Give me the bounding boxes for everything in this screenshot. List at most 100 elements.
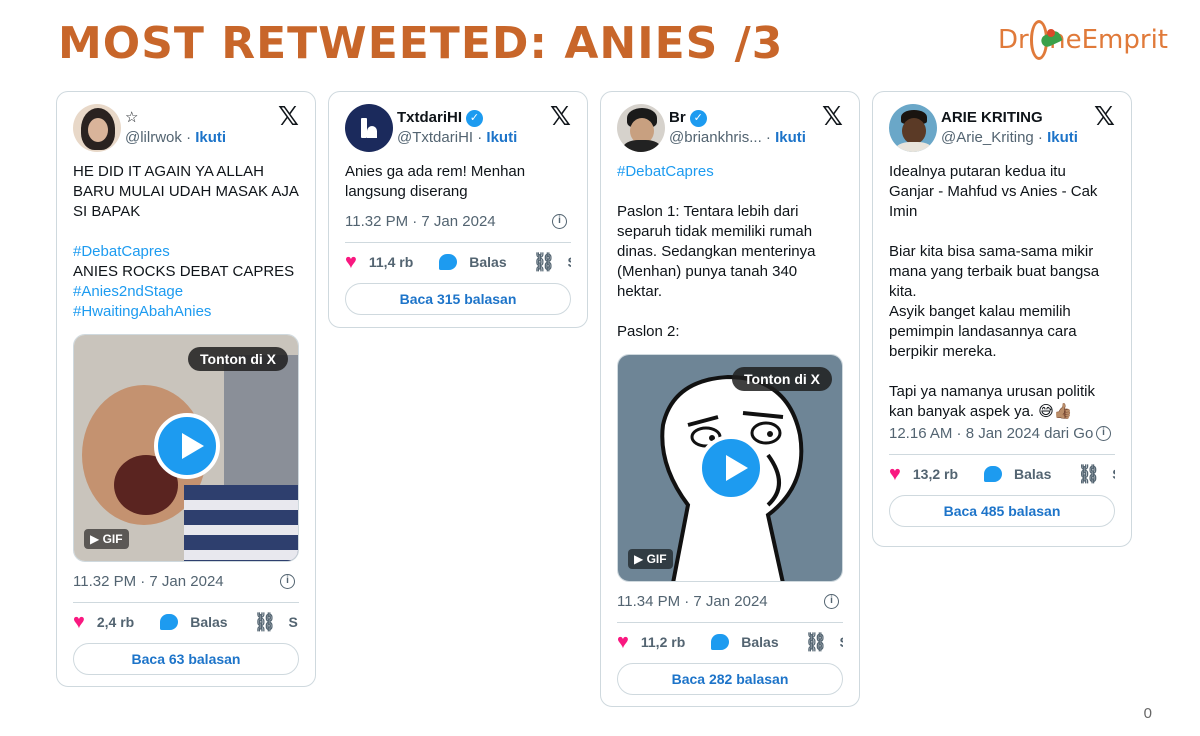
share-label: S — [839, 634, 843, 650]
info-icon[interactable]: i — [824, 594, 839, 609]
tweet-card-1[interactable]: ☆ @lilrwok · Ikuti 𝕏 HE DID IT AGAIN YA … — [56, 91, 316, 687]
x-logo-icon[interactable]: 𝕏 — [278, 104, 299, 130]
text-line: SI BAPAK — [73, 203, 141, 220]
handle[interactable]: @TxtdariHI — [397, 129, 473, 146]
gif-label: GIF — [646, 552, 667, 566]
display-name[interactable]: TxtdariHI — [397, 108, 462, 128]
tweet-card-3[interactable]: Br ✓ @briankhris... · Ikuti 𝕏 #DebatCapre… — [600, 91, 860, 707]
reply-label: Balas — [741, 634, 779, 650]
link-icon: ⛓ — [253, 612, 277, 632]
link-icon: ⛓ — [804, 632, 828, 652]
tweet-card-2[interactable]: TxtdariHI ✓ @TxtdariHI · Ikuti 𝕏 Anies ga… — [328, 91, 588, 328]
x-logo-icon[interactable]: 𝕏 — [822, 104, 843, 130]
follow-button[interactable]: Ikuti — [486, 129, 517, 146]
avatar[interactable] — [617, 104, 665, 152]
share-label: S — [1112, 466, 1115, 482]
follow-button[interactable]: Ikuti — [1047, 129, 1078, 146]
timestamp[interactable]: 11.34 PM · 7 Jan 2024 — [617, 593, 768, 610]
link-icon: ⛓ — [1077, 464, 1101, 484]
text-line: Biar kita bisa sama-sama mikir — [889, 243, 1094, 260]
read-replies-button[interactable]: Baca 485 balasan — [889, 495, 1115, 527]
text-line: Imin — [889, 203, 918, 220]
display-name[interactable]: Br — [669, 108, 686, 128]
drone-emprit-logo: Dr neEmprit — [998, 18, 1168, 62]
hashtag-link[interactable]: #Anies2ndStage — [73, 282, 299, 302]
gif-media[interactable]: Tonton di X ▶ GIF — [73, 334, 299, 562]
share-button[interactable]: ⛓S — [1077, 465, 1115, 483]
like-button[interactable]: ♥ 13,2 rb — [889, 464, 958, 484]
timestamp[interactable]: 11.32 PM · 7 Jan 2024 — [345, 213, 496, 230]
like-count: 13,2 rb — [912, 466, 959, 482]
follow-button[interactable]: Ikuti — [195, 129, 226, 146]
share-button[interactable]: ⛓S — [533, 253, 571, 271]
text-line: Paslon 1: Tentara lebih dari — [617, 203, 799, 220]
text-line: kita. — [889, 283, 917, 300]
read-replies-button[interactable]: Baca 315 balasan — [345, 283, 571, 315]
display-name[interactable]: ☆ — [125, 108, 138, 128]
separator: · — [181, 129, 196, 146]
reply-button[interactable]: Balas — [711, 634, 779, 650]
like-count: 11,2 rb — [640, 634, 686, 650]
text-line: mana yang terbaik buat bangsa — [889, 263, 1100, 280]
heart-icon: ♥ — [73, 611, 85, 633]
share-label: S — [288, 614, 298, 630]
play-icon[interactable] — [154, 413, 220, 479]
share-label: S — [567, 254, 571, 270]
like-button[interactable]: ♥ 2,4 rb — [73, 612, 134, 632]
handle[interactable]: @lilrwok — [125, 129, 182, 146]
like-count: 2,4 rb — [96, 614, 135, 630]
text-line: Ganjar - Mahfud vs Anies - Cak — [889, 183, 1098, 200]
follow-button[interactable]: Ikuti — [775, 129, 806, 146]
hashtag-link[interactable]: #DebatCapres — [73, 242, 299, 262]
read-replies-button[interactable]: Baca 282 balasan — [617, 663, 843, 695]
tweet-text: Anies ga ada rem! Menhan langsung disera… — [345, 162, 571, 202]
watch-on-x-button[interactable]: Tonton di X — [732, 367, 832, 391]
logo-text-left: Dr — [998, 25, 1029, 55]
text-line: ANIES ROCKS DEBAT CAPRES — [73, 263, 295, 280]
x-logo-icon[interactable]: 𝕏 — [550, 104, 571, 130]
hashtag-link[interactable]: #DebatCapres — [617, 162, 843, 182]
info-icon[interactable]: i — [552, 214, 567, 229]
like-button[interactable]: ♥ 11,4 rb — [345, 252, 413, 272]
tweet-card-4[interactable]: ARIE KRITING @Arie_Kriting · Ikuti 𝕏 Ide… — [872, 91, 1132, 547]
avatar[interactable] — [345, 104, 393, 152]
play-icon[interactable] — [698, 435, 764, 501]
timestamp[interactable]: 11.32 PM · 7 Jan 2024 — [73, 573, 224, 590]
like-count: 11,4 rb — [368, 254, 414, 270]
share-button[interactable]: ⛓S — [254, 613, 298, 631]
like-button[interactable]: ♥ 11,2 rb — [617, 632, 685, 652]
text-line: Asyik banget kalau memilih — [889, 303, 1071, 320]
text-line: (Menhan) punya tanah 340 — [617, 263, 798, 280]
hashtag-link[interactable]: #HwaitingAbahAnies — [73, 302, 299, 322]
text-line: HE DID IT AGAIN YA ALLAH — [73, 163, 264, 180]
display-name[interactable]: ARIE KRITING — [941, 108, 1043, 128]
watch-on-x-button[interactable]: Tonton di X — [188, 347, 288, 371]
text-line: pemimpin landasannya cara — [889, 323, 1077, 340]
timestamp[interactable]: 12.16 AM · 8 Jan 2024 dari Go — [889, 425, 1093, 442]
text-line: Tapi ya namanya urusan politik — [889, 383, 1095, 400]
gif-badge: ▶ GIF — [628, 549, 673, 569]
gif-media[interactable]: Tonton di X ▶ GIF — [617, 354, 843, 582]
avatar[interactable] — [889, 104, 937, 152]
handle[interactable]: @briankhris... — [669, 129, 762, 146]
reply-bubble-icon — [711, 634, 730, 650]
share-button[interactable]: ⛓S — [805, 633, 843, 651]
reply-button[interactable]: Balas — [984, 466, 1051, 482]
handle[interactable]: @Arie_Kriting — [941, 129, 1034, 146]
link-icon: ⛓ — [532, 252, 556, 272]
avatar[interactable] — [73, 104, 121, 152]
text-line: separuh tidak memiliki rumah — [617, 223, 813, 240]
gif-label: GIF — [102, 532, 123, 546]
read-replies-button[interactable]: Baca 63 balasan — [73, 643, 299, 675]
verified-badge-icon: ✓ — [466, 109, 484, 127]
info-icon[interactable]: i — [1096, 426, 1111, 441]
reply-label: Balas — [190, 614, 228, 630]
tweet-text: Idealnya putaran kedua itu Ganjar - Mahf… — [889, 162, 1115, 422]
text-line: dinas. Sedangkan menterinya — [617, 243, 816, 260]
reply-button[interactable]: Balas — [439, 254, 507, 270]
text-line: berpikir mereka. — [889, 343, 997, 360]
x-logo-icon[interactable]: 𝕏 — [1094, 104, 1115, 130]
separator: · — [761, 129, 776, 146]
reply-button[interactable]: Balas — [160, 614, 228, 630]
info-icon[interactable]: i — [280, 574, 295, 589]
